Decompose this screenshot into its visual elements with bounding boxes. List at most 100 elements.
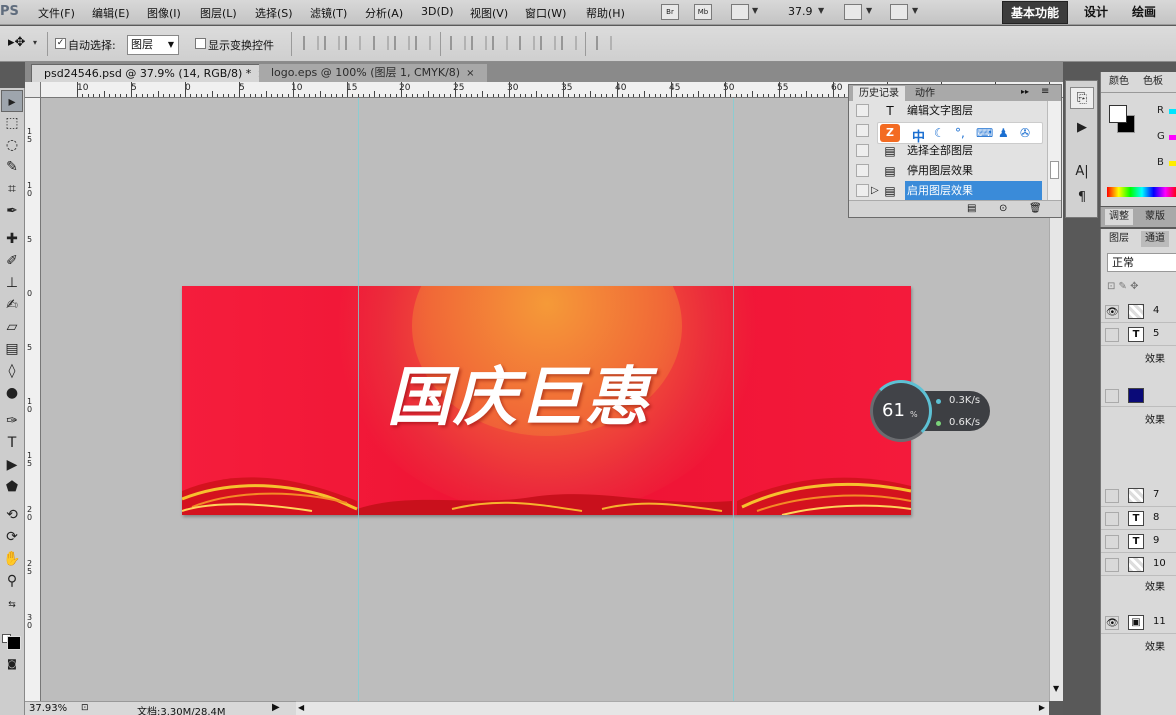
close-icon[interactable]: ×	[466, 65, 474, 83]
status-info-icon[interactable]: ⊡	[81, 703, 89, 713]
shape-tool-icon[interactable]: ⬟	[1, 476, 23, 498]
layer-name[interactable]: 10	[1153, 558, 1166, 569]
visibility-box[interactable]	[1105, 512, 1119, 526]
type-tool-icon[interactable]: T	[1, 432, 23, 454]
layer-name[interactable]: 11	[1153, 616, 1166, 627]
arrange-documents-icon[interactable]	[844, 4, 862, 20]
eye-icon[interactable]: 👁	[1105, 616, 1119, 630]
show-transform-checkbox[interactable]	[195, 38, 206, 49]
skin-icon[interactable]: ♟	[998, 126, 1009, 140]
menu-window[interactable]: 窗口(W)	[525, 5, 566, 21]
menu-view[interactable]: 视图(V)	[470, 5, 508, 21]
blur-tool-icon[interactable]: ◊	[1, 360, 23, 382]
lock-icons[interactable]: ⊡ ✎ ✥	[1107, 281, 1139, 292]
dodge-tool-icon[interactable]: ●	[1, 382, 23, 404]
scroll-thumb[interactable]	[1050, 161, 1059, 179]
workspace-design[interactable]: 设计	[1076, 1, 1116, 24]
color-spectrum[interactable]	[1107, 187, 1176, 197]
align-right-icon[interactable]	[415, 36, 431, 50]
layer-name[interactable]: 5	[1153, 328, 1159, 339]
eyedropper-tool-icon[interactable]: ✒	[1, 200, 23, 222]
menu-help[interactable]: 帮助(H)	[586, 5, 625, 21]
tab-psd24546[interactable]: psd24546.psd @ 37.9% (14, RGB/8) *×	[31, 64, 279, 82]
layer-name[interactable]: 4	[1153, 305, 1159, 316]
lasso-tool-icon[interactable]: ◌	[1, 134, 23, 156]
layer-row[interactable]: 👁 ▣ 11	[1101, 612, 1176, 634]
eye-icon[interactable]: 👁	[1105, 305, 1119, 319]
ruler-origin[interactable]	[25, 82, 41, 98]
panel-menu-icon[interactable]: ≡	[1041, 86, 1049, 97]
history-row[interactable]: ▤ 选择全部图层	[849, 141, 1047, 161]
auto-select-checkbox[interactable]: ✓	[55, 38, 66, 49]
zoom-level[interactable]: 37.9	[788, 5, 813, 18]
history-source-box[interactable]	[856, 104, 869, 117]
tab-channels[interactable]: 通道	[1141, 231, 1169, 247]
menu-3d[interactable]: 3D(D)	[421, 5, 454, 18]
guide-line[interactable]	[733, 98, 734, 701]
view-extras-icon[interactable]	[731, 4, 749, 20]
align-bottom-icon[interactable]	[345, 36, 361, 50]
workspace-painting[interactable]: 绘画	[1124, 1, 1164, 24]
blend-mode-dropdown[interactable]: 正常	[1107, 253, 1176, 272]
history-brush-icon[interactable]: ⎘	[1070, 87, 1094, 109]
layer-row[interactable]: T 9	[1101, 531, 1176, 553]
tab-adjustments[interactable]: 调整	[1105, 209, 1133, 225]
clone-stamp-tool-icon[interactable]: ⊥	[1, 272, 23, 294]
menu-analysis[interactable]: 分析(A)	[365, 5, 403, 21]
moon-icon[interactable]: ☾	[934, 126, 945, 140]
layer-effects[interactable]: 效果	[1145, 638, 1165, 653]
ime-logo-icon[interactable]: Z	[880, 124, 900, 142]
swap-colors-icon[interactable]: ⇆	[1, 594, 23, 616]
scroll-down-icon[interactable]: ▼	[1053, 684, 1059, 693]
distribute-left-icon[interactable]	[519, 36, 535, 50]
history-source-box[interactable]	[856, 124, 869, 137]
distribute-hcenter-icon[interactable]	[540, 36, 556, 50]
align-top-icon[interactable]	[303, 36, 319, 50]
tab-actions[interactable]: 动作	[909, 86, 941, 101]
brush-tool-icon[interactable]: ✐	[1, 250, 23, 272]
distribute-top-icon[interactable]	[450, 36, 466, 50]
tab-layers[interactable]: 图层	[1105, 231, 1133, 247]
history-scrollbar[interactable]	[1047, 101, 1061, 200]
crop-tool-icon[interactable]: ⌗	[1, 178, 23, 200]
chevron-down-icon[interactable]: ▾	[33, 38, 37, 47]
tab-history[interactable]: 历史记录	[853, 86, 905, 101]
green-slider[interactable]	[1169, 135, 1176, 140]
tab-swatches[interactable]: 色板	[1139, 74, 1167, 90]
menu-edit[interactable]: 编辑(E)	[92, 5, 130, 21]
layer-name[interactable]: 8	[1153, 512, 1159, 523]
distribute-vcenter-icon[interactable]	[471, 36, 487, 50]
zoom-tool-icon[interactable]: ⚲	[1, 570, 23, 592]
3d-orbit-tool-icon[interactable]: ⟳	[1, 526, 23, 548]
layer-effects[interactable]: 效果	[1145, 578, 1165, 593]
menu-select[interactable]: 选择(S)	[255, 5, 293, 21]
visibility-box[interactable]	[1105, 535, 1119, 549]
history-row[interactable]: T 编辑文字图层	[849, 101, 1047, 121]
status-zoom[interactable]: 37.93%	[29, 703, 67, 714]
visibility-box[interactable]	[1105, 389, 1119, 403]
layer-row[interactable]: 7	[1101, 485, 1176, 507]
quick-mask-icon[interactable]: ◙	[1, 654, 23, 676]
visibility-box[interactable]	[1105, 489, 1119, 503]
3d-rotate-tool-icon[interactable]: ⟲	[1, 504, 23, 526]
foreground-color-swatch[interactable]	[1109, 105, 1127, 123]
guide-line[interactable]	[358, 98, 359, 701]
blue-slider[interactable]	[1169, 161, 1176, 166]
eraser-tool-icon[interactable]: ▱	[1, 316, 23, 338]
auto-align-icon[interactable]	[596, 36, 612, 50]
auto-select-target-dropdown[interactable]: 图层 ▼	[127, 35, 179, 55]
tab-logo-eps[interactable]: logo.eps @ 100% (图层 1, CMYK/8) ×	[259, 64, 487, 82]
path-select-tool-icon[interactable]: ▶	[1, 454, 23, 476]
layer-row[interactable]: ■	[1101, 385, 1176, 407]
layer-name[interactable]: 7	[1153, 489, 1159, 500]
distribute-right-icon[interactable]	[561, 36, 577, 50]
layer-effects[interactable]: 效果	[1145, 411, 1165, 426]
bridge-icon[interactable]: Br	[661, 4, 679, 20]
move-tool-icon[interactable]: ▸✥	[8, 35, 25, 50]
quick-select-tool-icon[interactable]: ✎	[1, 156, 23, 178]
horizontal-scrollbar[interactable]: ◀ ▶	[296, 701, 1049, 715]
scroll-right-icon[interactable]: ▶	[1039, 703, 1045, 712]
history-source-box[interactable]	[856, 144, 869, 157]
align-vcenter-icon[interactable]	[324, 36, 340, 50]
marquee-tool-icon[interactable]: ⬚	[1, 112, 23, 134]
